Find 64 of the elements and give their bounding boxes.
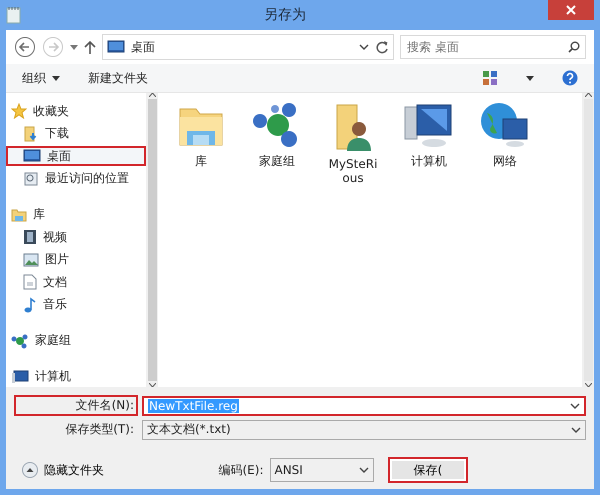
search-field[interactable]: 搜索 桌面 (400, 35, 586, 59)
window-title: 另存为 (263, 6, 307, 24)
refresh-icon[interactable] (375, 40, 389, 54)
picture-icon (23, 252, 39, 267)
scroll-down-icon (148, 383, 156, 387)
organize-menu[interactable]: 组织 (22, 70, 60, 86)
sidebar-item[interactable]: 图片 (6, 249, 146, 270)
notepad-icon (6, 6, 22, 24)
document-icon (23, 274, 37, 290)
desktop-icon (23, 149, 41, 164)
file-item[interactable]: MySteRious (322, 101, 384, 379)
back-icon[interactable] (14, 36, 36, 58)
view-options-icon[interactable] (482, 70, 498, 86)
collapse-up-icon (22, 462, 38, 478)
file-item[interactable]: 库 (170, 101, 232, 379)
star-icon (11, 103, 27, 120)
sidebar-item[interactable]: 下载 (6, 123, 146, 144)
help-icon[interactable] (562, 70, 578, 86)
film-icon (23, 229, 37, 246)
sidebar-item[interactable]: 视频 (6, 226, 146, 248)
field-label: 编码(E): (218, 462, 264, 478)
file-item[interactable]: 网络 (474, 101, 536, 379)
scroll-up-icon (148, 93, 156, 97)
sidebar-item[interactable]: 库 (6, 204, 146, 225)
chevron-down-icon (570, 402, 580, 408)
computer-icon (11, 370, 29, 384)
field-label: 文件名(N): (14, 395, 138, 416)
scrollbar[interactable] (582, 93, 594, 387)
caret-icon (52, 76, 60, 80)
chevron-down-icon (359, 467, 369, 473)
caret-icon[interactable] (526, 76, 534, 80)
up-arrow-icon[interactable] (84, 40, 96, 54)
sidebar-item[interactable]: 计算机 (6, 366, 146, 387)
close-icon (566, 5, 576, 15)
close-button[interactable] (548, 0, 594, 20)
hide-folders-button[interactable]: 隐藏文件夹 (14, 462, 112, 478)
field-label: 保存类型(T): (64, 421, 135, 438)
recent-places-icon (23, 170, 39, 187)
sidebar-item[interactable]: 桌面 (6, 146, 146, 166)
address-bar[interactable]: 桌面 (102, 34, 394, 60)
file-type-dropdown[interactable]: 文本文档(*.txt) (142, 420, 586, 440)
desktop-icon (107, 40, 125, 54)
music-note-icon (23, 296, 37, 312)
file-item[interactable]: 家庭组 (246, 101, 308, 379)
encoding-dropdown[interactable]: ANSI (270, 458, 374, 482)
download-folder-icon (23, 126, 39, 142)
sidebar-item[interactable]: 收藏夹 (6, 101, 146, 122)
dropdown-caret-icon[interactable] (70, 44, 78, 50)
save-button[interactable]: 保存( (388, 457, 468, 483)
chevron-down-icon (571, 426, 581, 432)
sidebar-item[interactable]: 音乐 (6, 294, 146, 315)
file-item[interactable]: 计算机 (398, 101, 460, 379)
scroll-up-icon (584, 93, 592, 97)
sidebar-item[interactable]: 最近访问的位置 (6, 168, 146, 189)
sidebar-item[interactable]: 家庭组 (6, 330, 146, 351)
library-folder-icon (11, 208, 27, 222)
search-icon (568, 41, 580, 53)
scroll-down-icon (584, 383, 592, 387)
sidebar-item[interactable]: 文档 (6, 272, 146, 292)
address-path: 桌面 (131, 38, 156, 56)
new-folder-button[interactable]: 新建文件夹 (88, 70, 148, 86)
chevron-down-icon[interactable] (359, 44, 369, 50)
network-spheres-icon (11, 332, 29, 349)
scrollbar[interactable] (146, 93, 158, 387)
